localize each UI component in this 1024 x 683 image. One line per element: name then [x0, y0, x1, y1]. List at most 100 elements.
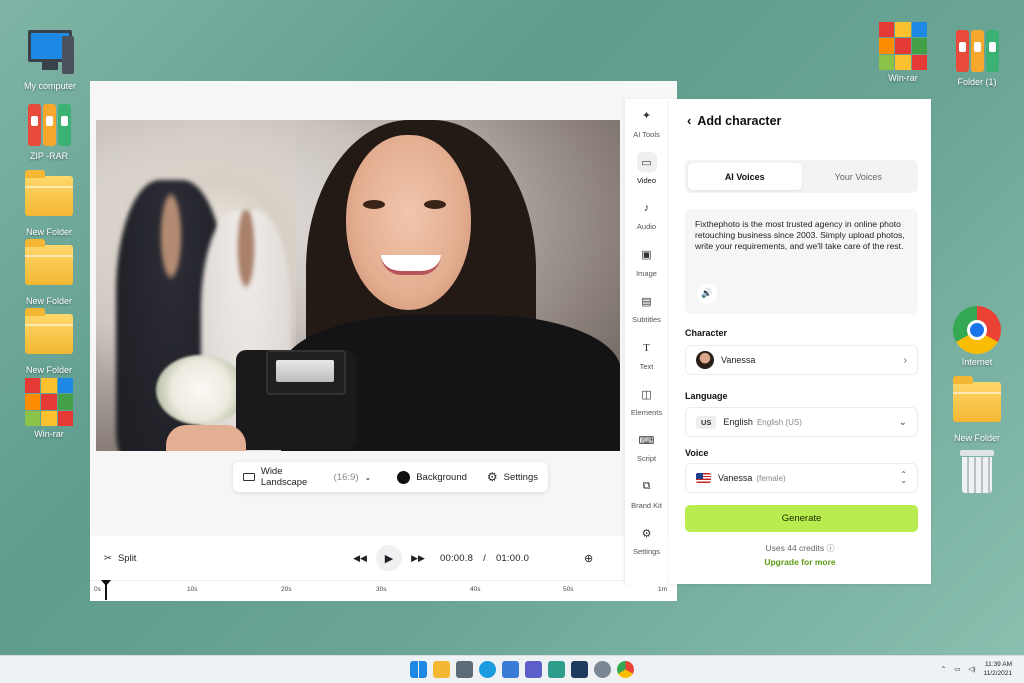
tool-video[interactable]: ▭ Video	[625, 145, 668, 191]
language-value: English	[723, 417, 753, 427]
tab-ai-voices[interactable]: AI Voices	[688, 163, 802, 190]
desktop-icon-new-folder-2[interactable]: New Folder	[14, 239, 84, 306]
desktop-icon-new-folder-1[interactable]: New Folder	[14, 170, 84, 237]
playhead[interactable]	[101, 580, 111, 600]
zoom-in-icon[interactable]: ⊕	[584, 552, 593, 565]
settings-label: Settings	[503, 471, 538, 483]
language-sub: English (US)	[756, 417, 802, 427]
desktop-icon-my-computer[interactable]: My computer	[15, 26, 85, 91]
aspect-ratio-icon	[243, 473, 255, 481]
tool-brand-kit[interactable]: ⧉ Brand Kit	[625, 470, 668, 516]
panel-header: ‹ Add character	[687, 113, 781, 128]
aspect-ratio-dropdown[interactable]: Wide Landscape (16:9) ⌄	[233, 466, 381, 488]
add-character-panel: ‹ Add character AI Voices Your Voices Fi…	[669, 99, 931, 584]
brand-kit-icon: ⧉	[642, 480, 651, 493]
edge-icon[interactable]	[479, 661, 496, 678]
tool-label: Settings	[632, 547, 661, 557]
ruler-tick: 50s	[563, 586, 574, 593]
voice-select[interactable]: Vanessa (female) ⌃ ⌄	[685, 463, 918, 493]
video-preview-image[interactable]	[96, 120, 620, 451]
tool-ai-tools[interactable]: ✦ AI Tools	[625, 99, 668, 145]
tool-settings[interactable]: ⚙ Settings	[625, 517, 668, 563]
volume-icon[interactable]: ◁)	[968, 665, 975, 673]
video-icon: ▭	[636, 152, 657, 173]
tool-image[interactable]: ▣ Image	[625, 238, 668, 284]
total-time: 01:00.0	[495, 552, 530, 564]
chevron-down-icon: ⌄	[364, 472, 372, 482]
generate-button[interactable]: Generate	[685, 505, 918, 532]
desktop-icon-new-folder-right[interactable]: New Folder	[942, 376, 1012, 443]
system-tray: ⌃ ▭ ◁) 11:39 AM 11/2/2021	[941, 660, 1012, 678]
background-color-swatch	[397, 470, 411, 484]
fast-forward-icon[interactable]: ▶▶	[410, 550, 426, 566]
desktop-icon-recycle-bin[interactable]	[942, 448, 1012, 501]
upgrade-link[interactable]: Upgrade for more	[669, 557, 931, 567]
elements-icon: ◫	[641, 388, 652, 401]
tool-label: Image	[636, 268, 657, 278]
windows-start-icon[interactable]	[410, 661, 427, 678]
desktop-icon-new-folder-3[interactable]: New Folder	[14, 308, 84, 375]
tool-label: AI Tools	[633, 129, 660, 139]
tool-audio[interactable]: ♪ Audio	[625, 192, 668, 238]
ruler-tick: 10s	[187, 586, 198, 593]
background-button[interactable]: Background	[387, 470, 477, 484]
folder-icon	[25, 308, 73, 362]
voice-tabs: AI Voices Your Voices	[685, 160, 918, 193]
desktop-icon-label: New Folder	[953, 433, 1000, 443]
character-select[interactable]: Vanessa ›	[685, 345, 918, 375]
recycle-bin-icon	[953, 450, 1001, 498]
tab-your-voices[interactable]: Your Voices	[802, 163, 916, 190]
music-note-icon: ♪	[643, 202, 650, 215]
chevron-updown-icon: ⌃ ⌄	[900, 470, 907, 485]
tool-label: Elements	[630, 408, 663, 418]
scissors-icon: ✂	[104, 552, 112, 564]
text-icon: T	[643, 341, 650, 354]
desktop-icon-win-rar[interactable]: Win-rar	[14, 378, 84, 439]
desktop-icon-zip-rar[interactable]: ZIP -RAR	[14, 100, 84, 161]
settings-app-icon[interactable]	[594, 661, 611, 678]
sparkle-icon: ✦	[641, 110, 652, 123]
chevron-up-icon[interactable]: ⌃	[941, 665, 946, 673]
archive-books-icon	[953, 26, 1001, 74]
image-icon: ▣	[641, 249, 652, 262]
tool-label: Script	[636, 454, 657, 464]
script-textarea[interactable]: Fixthephoto is the most trusted agency i…	[685, 209, 918, 314]
network-icon[interactable]: ▭	[954, 665, 960, 673]
rewind-icon[interactable]: ◀◀	[352, 550, 368, 566]
back-chevron-icon[interactable]: ‹	[687, 113, 691, 128]
tool-script[interactable]: ⌨ Script	[625, 424, 668, 470]
tools-sidebar: ✦ AI Tools ▭ Video ♪ Audio ▣ Image ▤ Sub…	[624, 99, 668, 585]
canvas-settings-button[interactable]: ⚙ Settings	[477, 470, 548, 484]
clock[interactable]: 11:39 AM 11/2/2021	[984, 660, 1012, 678]
photos-icon[interactable]	[548, 661, 565, 678]
teams-icon[interactable]	[525, 661, 542, 678]
language-select[interactable]: US English English (US) ⌄	[685, 407, 918, 437]
desktop-icon-internet[interactable]: Internet	[942, 306, 1012, 367]
desktop-icon-label: New Folder	[25, 365, 72, 375]
chrome-icon	[953, 306, 1001, 354]
app-icon[interactable]	[571, 661, 588, 678]
camera-icon[interactable]	[456, 661, 473, 678]
chrome-icon[interactable]	[617, 661, 634, 678]
folder-icon	[25, 170, 73, 224]
clock-time: 11:39 AM	[985, 661, 1012, 668]
desktop-icon-label: Internet	[961, 357, 993, 367]
play-button[interactable]: ▶	[376, 545, 402, 571]
split-button[interactable]: ✂ Split	[104, 553, 136, 564]
script-text: Fixthephoto is the most trusted agency i…	[695, 219, 905, 252]
timeline-ruler[interactable]: 0s 10s 20s 30s 40s 50s 1m	[90, 580, 677, 601]
timeline: ✂ Split ◀◀ ▶ ▶▶ 00:00.8 / 01:00.0 ⊕ 0s 1…	[90, 536, 677, 601]
tool-label: Video	[636, 176, 657, 186]
store-icon[interactable]	[502, 661, 519, 678]
tool-text[interactable]: T Text	[625, 331, 668, 377]
file-explorer-icon[interactable]	[433, 661, 450, 678]
desktop-icon-label: Folder (1)	[957, 77, 997, 87]
speaker-icon[interactable]: 🔊	[697, 284, 717, 304]
tool-subtitles[interactable]: ▤ Subtitles	[625, 285, 668, 331]
desktop-icon-folder-1[interactable]: Folder (1)	[942, 26, 1012, 87]
folder-icon	[953, 376, 1001, 430]
desktop-icon-win-rar-right[interactable]: Win-rar	[868, 22, 938, 83]
desktop-icon-label: ZIP -RAR	[29, 151, 69, 161]
tool-label: Subtitles	[632, 315, 661, 325]
tool-elements[interactable]: ◫ Elements	[625, 377, 668, 423]
